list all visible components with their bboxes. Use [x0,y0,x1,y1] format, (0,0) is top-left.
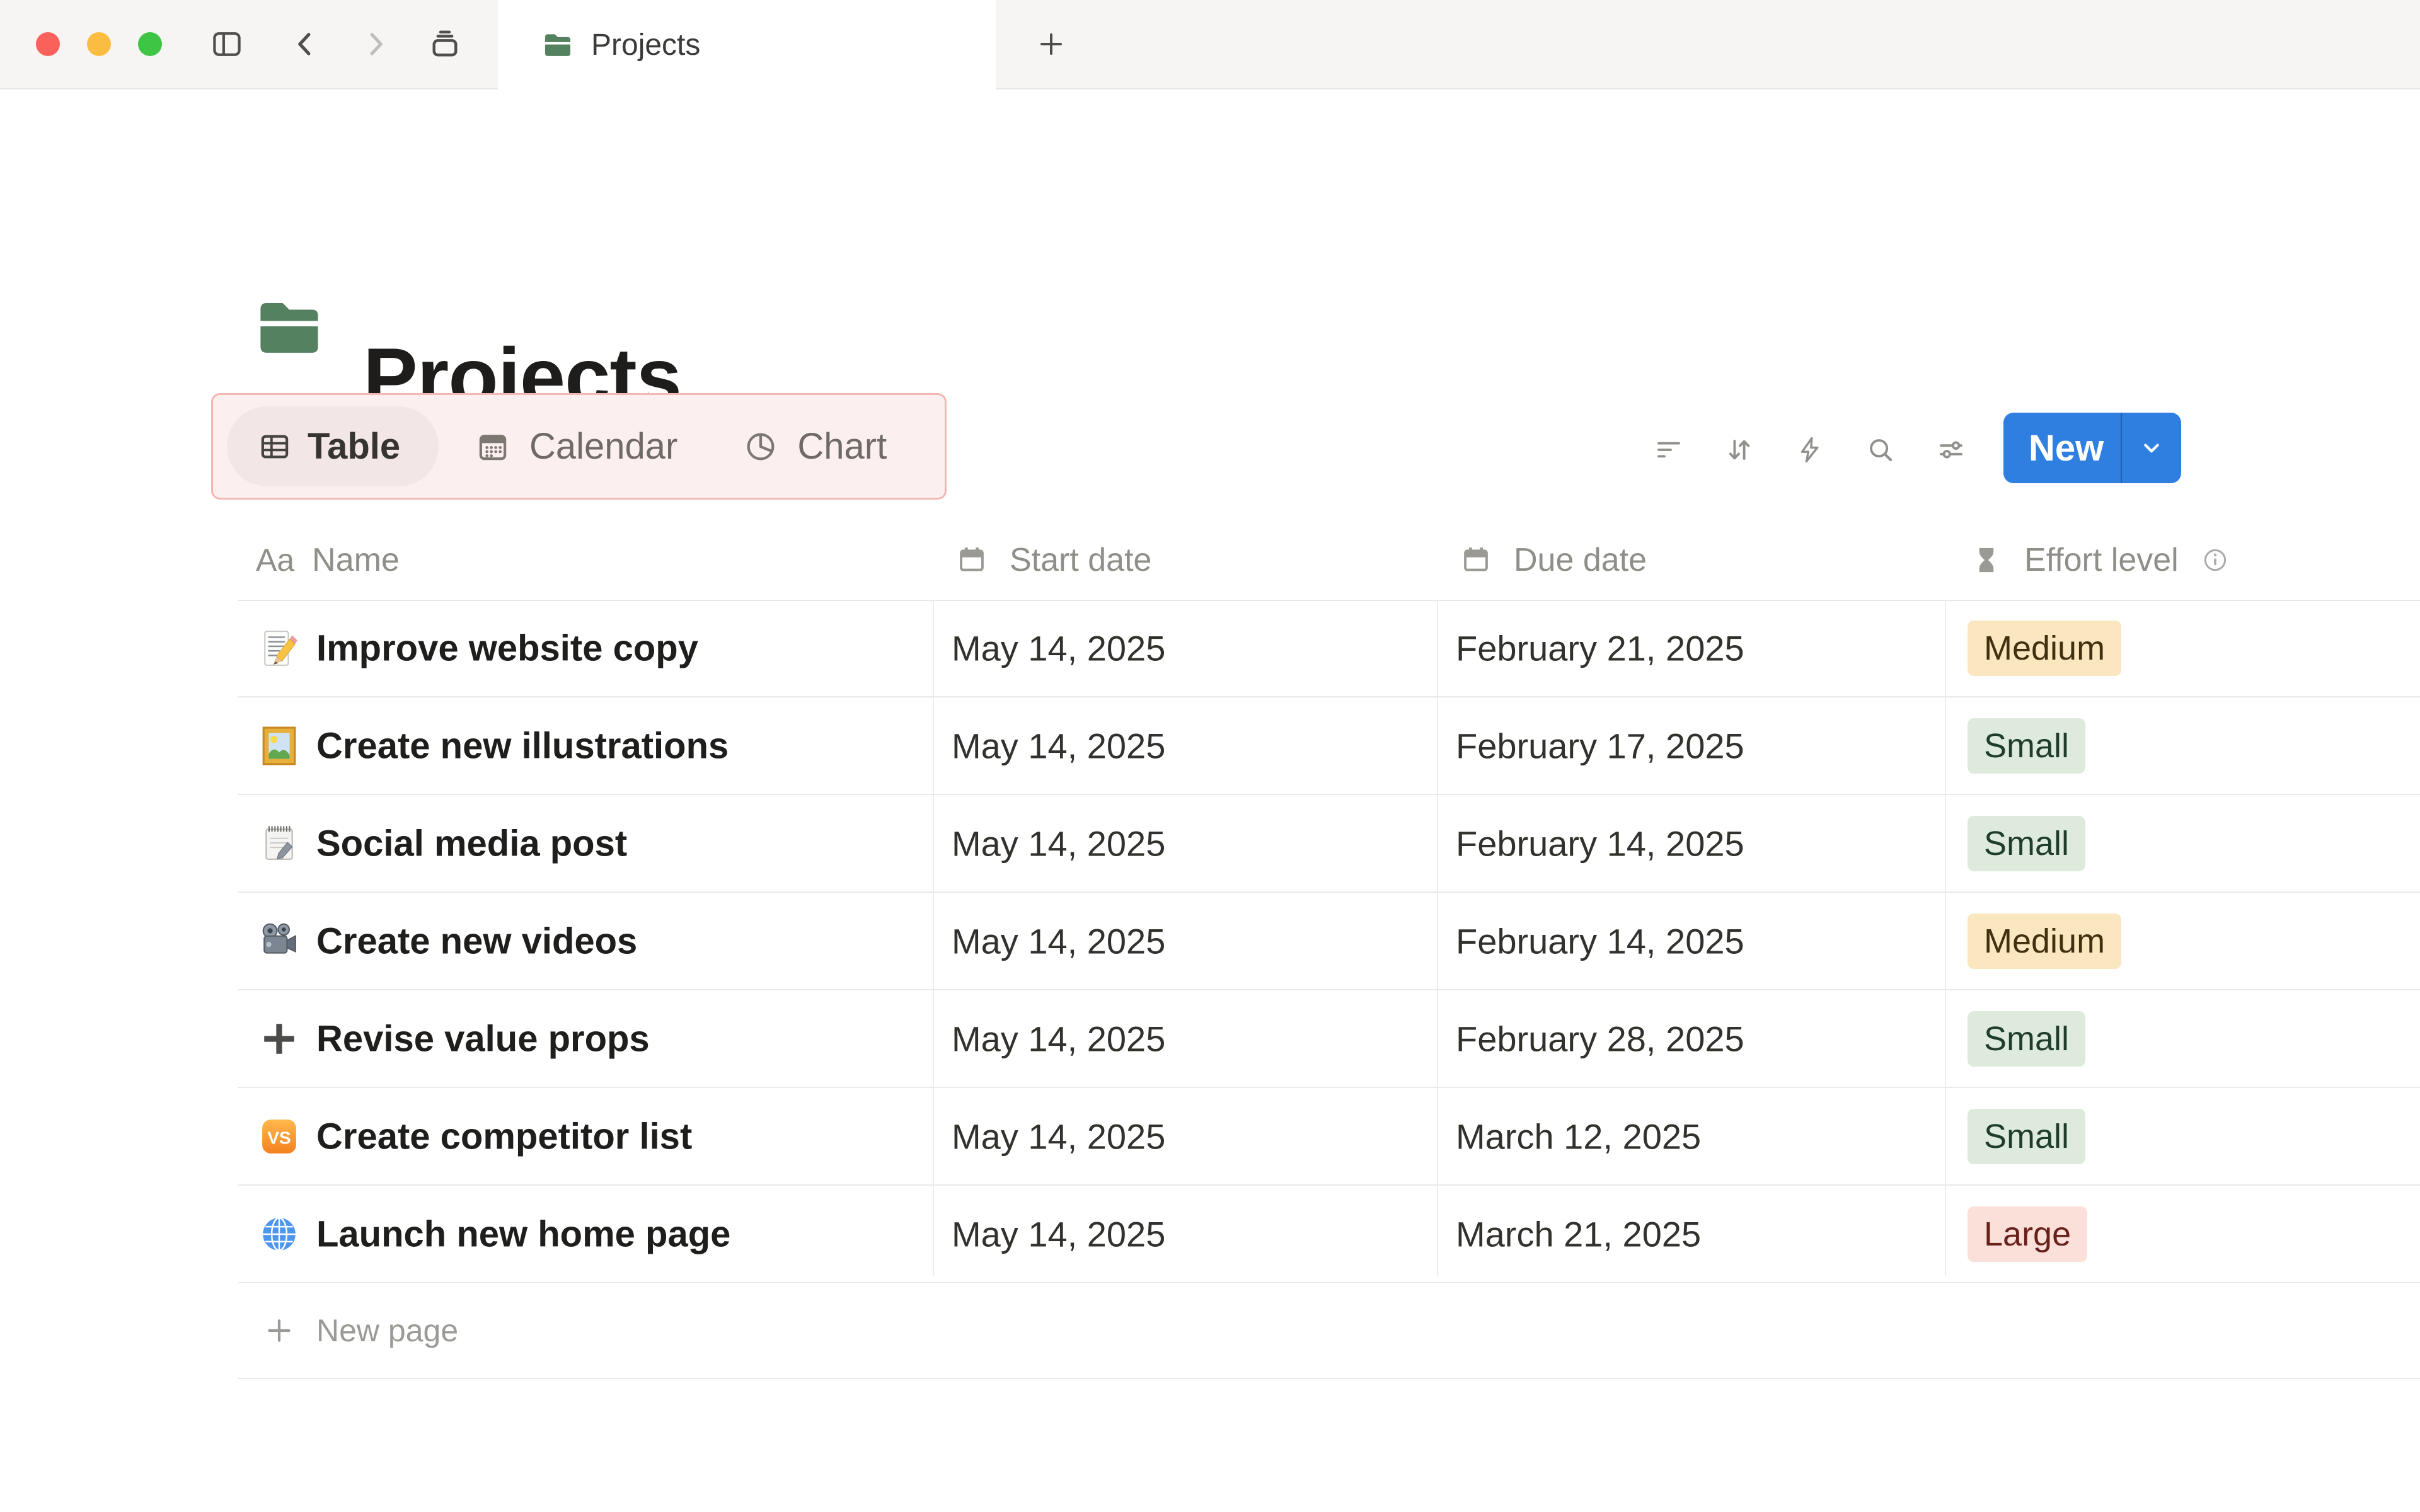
effort-badge[interactable]: Large [1968,1206,2088,1262]
calendar-icon [475,429,510,464]
sidebar-toggle-icon[interactable] [209,26,245,62]
calendar-icon [955,544,988,576]
effort-badge[interactable]: Small [1968,1011,2086,1067]
new-page-row[interactable]: New page [238,1283,2420,1379]
effort-badge[interactable]: Small [1968,815,2086,871]
row-due-date[interactable]: February 14, 2025 [1456,823,1744,864]
movie-camera-icon [260,922,299,961]
tab-calendar[interactable]: Calendar [475,425,677,467]
window-titlebar: Projects [0,0,2420,89]
tab-table[interactable]: Table [227,406,439,486]
tab-chart[interactable]: Chart [743,425,887,467]
row-start-date[interactable]: May 14, 2025 [952,725,1165,766]
table-row[interactable]: Revise value props May 14, 2025 February… [238,990,2420,1088]
row-start-date[interactable]: May 14, 2025 [952,1018,1165,1059]
effort-badge[interactable]: Small [1968,1108,2086,1164]
info-icon[interactable] [2200,545,2230,575]
new-button-label[interactable]: New [2003,413,2121,483]
row-start-date[interactable]: May 14, 2025 [952,823,1165,864]
table-row[interactable]: Create new illustrations May 14, 2025 Fe… [238,697,2420,795]
pie-chart-icon [743,429,778,464]
effort-badge[interactable]: Medium [1968,620,2122,676]
table-row[interactable]: Create new videos May 14, 2025 February … [238,893,2420,990]
notion-window: Projects Projects Table Calendar Chart N… [0,0,2420,1512]
column-header-due-date[interactable]: Due date [1460,541,1647,579]
table-row[interactable]: Create competitor list May 14, 2025 Marc… [238,1088,2420,1186]
row-start-date[interactable]: May 14, 2025 [952,1213,1165,1254]
view-toolbar [1654,435,1966,465]
effort-badge[interactable]: Medium [1968,913,2122,969]
sort-icon[interactable] [1724,435,1754,465]
tab-table-label: Table [308,426,401,467]
table-body: Improve website copy May 14, 2025 Februa… [238,600,2420,1379]
row-start-date[interactable]: May 14, 2025 [952,627,1165,668]
chevron-down-icon [2138,435,2165,461]
tab-calendar-label: Calendar [529,426,678,467]
column-header-effort-level[interactable]: Effort level [1970,541,2230,579]
row-name[interactable]: Social media post [316,822,627,864]
back-icon[interactable] [287,26,323,62]
effort-badge[interactable]: Small [1968,718,2086,774]
hourglass-icon [1970,544,2003,576]
table-row[interactable]: Improve website copy May 14, 2025 Februa… [238,600,2420,697]
new-dropdown-button[interactable] [2122,413,2181,483]
globe-icon [260,1215,299,1254]
vs-icon [260,1117,299,1156]
row-due-date[interactable]: February 17, 2025 [1456,725,1744,766]
column-header-start-date[interactable]: Start date [955,541,1151,579]
spiral-notepad-icon [260,824,299,863]
row-name[interactable]: Create new videos [316,920,637,962]
forward-icon[interactable] [358,26,393,62]
filter-icon[interactable] [1654,435,1684,465]
zoom-window-button[interactable] [138,32,162,56]
close-window-button[interactable] [36,32,60,56]
table-row[interactable]: Launch new home page May 14, 2025 March … [238,1186,2420,1283]
row-name[interactable]: Create new illustrations [316,724,729,767]
row-due-date[interactable]: February 21, 2025 [1456,627,1744,668]
column-header-name[interactable]: Aa Name [256,541,400,579]
framed-picture-icon [260,726,299,765]
text-type-icon: Aa [256,542,295,578]
row-due-date[interactable]: March 21, 2025 [1456,1213,1701,1254]
calendar-icon [1460,544,1492,576]
table-row[interactable]: Social media post May 14, 2025 February … [238,795,2420,893]
automation-icon[interactable] [1795,435,1825,465]
tab-title: Projects [591,28,701,62]
view-tabs-highlight: Table Calendar Chart [211,393,947,500]
table-icon [257,429,292,464]
row-name[interactable]: Launch new home page [316,1213,730,1255]
plus-icon [260,1019,299,1058]
new-tab-icon[interactable] [1036,29,1066,59]
new-page-label: New page [316,1313,459,1348]
plus-icon [263,1315,295,1346]
row-start-date[interactable]: May 14, 2025 [952,1116,1165,1157]
tab-projects[interactable]: Projects [498,0,996,89]
search-icon[interactable] [1865,435,1896,465]
row-start-date[interactable]: May 14, 2025 [952,920,1165,961]
row-name[interactable]: Create competitor list [316,1115,692,1157]
page-folder-icon[interactable] [253,291,325,363]
row-due-date[interactable]: February 14, 2025 [1456,920,1744,961]
row-due-date[interactable]: February 28, 2025 [1456,1018,1744,1059]
new-button[interactable]: New [2003,413,2181,483]
memo-icon [260,629,299,668]
tab-chart-label: Chart [797,426,887,467]
minimize-window-button[interactable] [87,32,111,56]
tabs-overview-icon[interactable] [427,26,463,62]
row-name[interactable]: Revise value props [316,1017,650,1060]
table-header: Aa Name Start date Due date Effort level [238,520,2420,601]
row-name[interactable]: Improve website copy [316,627,698,669]
settings-sliders-icon[interactable] [1936,435,1966,465]
row-due-date[interactable]: March 12, 2025 [1456,1116,1701,1157]
green-folder-icon [542,29,573,60]
